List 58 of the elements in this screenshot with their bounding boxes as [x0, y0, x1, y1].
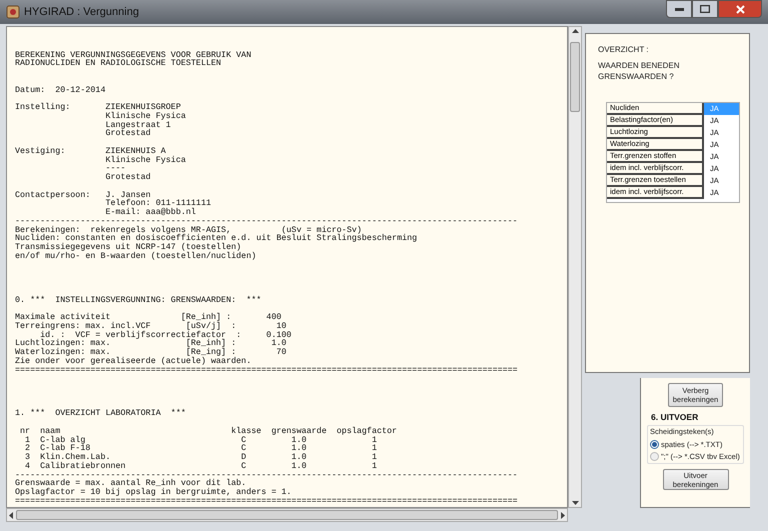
report-line: id. : VCF = verblijfscorrectiefactor : 0.100: [40, 330, 292, 340]
report-line: BEREKENING VERGUNNINGSGEGEVENS VOOR GEBRUIK VAN: [15, 50, 252, 60]
right-arrow-icon: [561, 512, 565, 518]
app-icon: [6, 5, 20, 19]
report-line: Klinische Fysica: [104, 112, 186, 120]
window-title: HYGIRAD : Vergunning: [24, 4, 139, 20]
report-line: E-mail: aaa@bbb.nl: [104, 208, 196, 217]
report-line: Opslagfactor = 10 bij opslag in bergruimte, anders = 1.: [15, 488, 292, 497]
report-line: Nucliden: constanten en dosiscoefficienten e.d. uit Besluit Stralingsbescherming: [15, 234, 418, 243]
report-line: Klinische Fysica: [104, 156, 186, 164]
report-line: RADIONUCLIDEN EN RADIOLOGISCHE TOESTELLEN: [15, 59, 222, 68]
report-line: 1 C-lab alg C 1.0 1: [24, 436, 377, 444]
report-line: 4 Calibratiebronnen C 1.0 1: [24, 462, 377, 470]
report-line: ----------------------------------------------------------------------------------------------------: [15, 216, 518, 226]
left-arrow-icon: [9, 512, 13, 518]
maximize-button[interactable]: [692, 0, 718, 18]
report-line: ----------------------------------------------------------------------------------------------------: [15, 470, 518, 480]
down-arrow-icon: [572, 501, 578, 505]
up-arrow-icon: [572, 29, 578, 33]
scroll-thumb[interactable]: [16, 510, 558, 520]
output-title: 6. UITVOER: [650, 411, 700, 424]
overview-question: WAARDEN BENEDEN GRENSWAARDEN ?: [598, 60, 680, 82]
report-line: ----: [104, 164, 126, 173]
report-line: Vestiging: ZIEKENHUIS A: [15, 146, 166, 156]
radio-button[interactable]: [650, 452, 659, 461]
report-line: Berekeningen: rekenregels volgens MR-AGIS, (uSv = micro-Sv): [15, 226, 362, 234]
report-line: en/of mu/rho- en B-waarden (toestellen/nucliden): [15, 252, 256, 260]
report-line: Contactpersoon: J. Jansen: [15, 190, 151, 200]
report-line: 2 C-lab F-18 C 1.0 1: [24, 444, 377, 453]
report-line: Instelling: ZIEKENHUISGROEP: [15, 103, 181, 112]
report-line: ====================================================================================================: [15, 366, 518, 374]
minimize-button[interactable]: [666, 0, 692, 18]
close-icon: [736, 4, 744, 14]
close-button[interactable]: [718, 0, 762, 18]
report-line: Datum: 20-12-2014: [15, 86, 106, 94]
radio-button[interactable]: [650, 440, 659, 449]
report-line: 0. *** INSTELLINGSVERGUNNING: GRENSWAARDEN: ***: [15, 296, 262, 304]
overview-heading: OVERZICHT :: [598, 44, 650, 56]
maximize-icon: [700, 5, 710, 13]
report-line: nr naam klasse grenswaarde opslagfactor: [19, 426, 397, 436]
report-line: Grotestad: [104, 129, 151, 138]
report-line: Grenswaarde = max. aantal Re_inh voor dit lab.: [15, 479, 246, 488]
report-line: Transmissiegegevens uit NCRP-147 (toestellen): [15, 243, 242, 252]
horizontal-scrollbar[interactable]: [6, 508, 568, 522]
report-line: Zie onder voor gerealiseerde (actuele) waarden.: [15, 356, 252, 366]
report-line: Telefoon: 011-1111111: [104, 199, 212, 208]
report-line: ====================================================================================================: [15, 496, 518, 506]
report-line: 1. *** OVERZICHT LABORATORIA ***: [15, 409, 186, 418]
report-line: Grotestad: [104, 173, 151, 182]
report-line: Luchtlozingen: max. [Re_inh] : 1.0: [15, 339, 286, 348]
minimize-icon: [674, 8, 684, 10]
report-line: 3 Klin.Chem.Lab. D 1.0 1: [24, 453, 377, 462]
report-line: Terreingrens: max. incl.VCF [uSv/j] : 10: [15, 322, 286, 330]
report-line: Langestraat 1: [104, 120, 171, 130]
scroll-thumb[interactable]: [570, 42, 580, 112]
vertical-scrollbar[interactable]: [568, 26, 582, 508]
report-line: Waterlozingen: max. [Re_ing] : 70: [15, 348, 286, 357]
report-line: Maximale activiteit [Re_inh] : 400: [15, 313, 282, 322]
